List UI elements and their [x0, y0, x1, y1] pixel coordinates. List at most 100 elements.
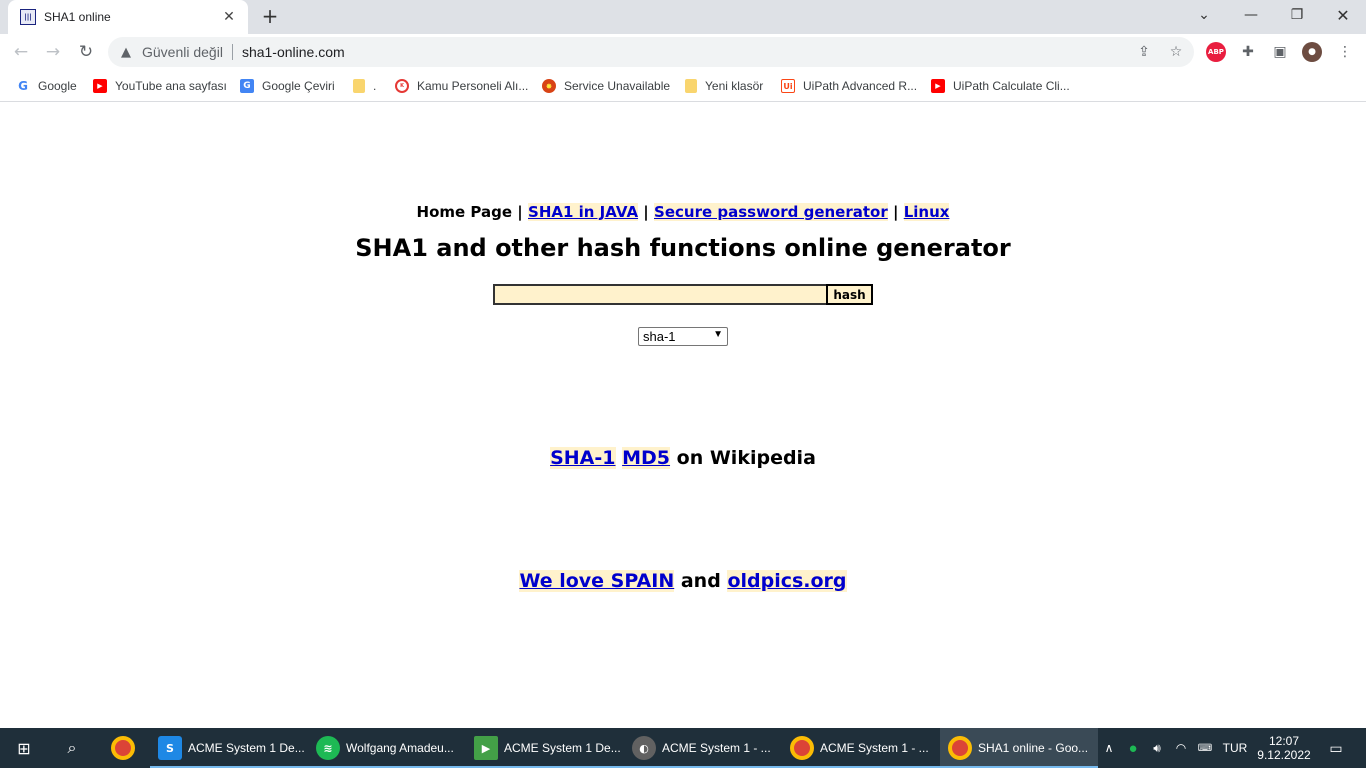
taskbar-app-label: ACME System 1 - ...: [662, 741, 771, 755]
youtube-icon: ▶: [93, 79, 107, 93]
new-tab-button[interactable]: +: [258, 5, 282, 29]
acme-icon: S: [158, 736, 182, 760]
taskbar-app-sha1-chrome[interactable]: SHA1 online - Goo...: [940, 728, 1098, 768]
tray-volume[interactable]: 🔊︎: [1146, 728, 1168, 768]
link-oldpics[interactable]: oldpics.org: [727, 570, 847, 592]
youtube-icon: ▶: [931, 79, 945, 93]
kpss-icon: K: [395, 79, 409, 93]
taskbar-app-label: ACME System 1 - ...: [820, 741, 929, 755]
profile-avatar[interactable]: ●: [1302, 42, 1322, 62]
folder-icon: [353, 79, 365, 93]
wiki-link-sha1[interactable]: SHA-1: [550, 447, 616, 469]
bookmark-uipath-calculate[interactable]: ▶ UiPath Calculate Cli...: [931, 76, 1070, 96]
bookmark-service-unavailable[interactable]: ✸ Service Unavailable: [542, 76, 670, 96]
extensions-puzzle-icon[interactable]: ✚: [1236, 40, 1260, 64]
address-bar[interactable]: ▲ Güvenli değil sha1-online.com: [108, 37, 1194, 67]
hash-button[interactable]: hash: [826, 284, 873, 305]
bookmark-folder-dot[interactable]: .: [353, 76, 376, 96]
bookmark-label: UiPath Advanced R...: [803, 79, 918, 93]
chevron-down-icon: ▼: [713, 329, 723, 340]
tab-sha1-online[interactable]: ||| SHA1 online ✕: [8, 0, 248, 34]
url-text[interactable]: sha1-online.com: [242, 44, 345, 60]
bookmark-label: Kamu Personeli Alı...: [417, 79, 529, 93]
tray-input-method[interactable]: ⌨: [1194, 728, 1216, 768]
bookmark-google[interactable]: G Google: [16, 76, 77, 96]
nav-separator: |: [892, 203, 899, 221]
side-panel-icon[interactable]: ▣: [1268, 40, 1292, 64]
site-favicon-icon: |||: [20, 9, 36, 25]
translate-icon: G: [240, 79, 254, 93]
bookmarks-bar: G Google ▶ YouTube ana sayfası G Google …: [0, 70, 1366, 102]
page-content: Home Page | SHA1 in JAVA | Secure passwo…: [0, 103, 1366, 728]
hash-input[interactable]: [493, 284, 827, 305]
back-button[interactable]: ←: [9, 40, 33, 64]
security-label[interactable]: Güvenli değil: [142, 44, 223, 60]
spotify-icon: ●: [1128, 739, 1138, 757]
link-we-love-spain[interactable]: We love SPAIN: [519, 570, 675, 592]
wiki-suffix: on Wikipedia: [676, 447, 816, 469]
language-label: TUR: [1222, 741, 1248, 755]
nav-link-linux[interactable]: Linux: [903, 203, 950, 221]
taskbar-app-acme-chrome[interactable]: ACME System 1 - ...: [782, 728, 940, 768]
speaker-icon: 🔊︎: [1153, 740, 1161, 755]
wikipedia-links: SHA-1 MD5 on Wikipedia: [0, 447, 1366, 469]
bookmark-google-translate[interactable]: G Google Çeviri: [240, 76, 335, 96]
tab-title: SHA1 online: [44, 10, 111, 24]
top-navigation: Home Page | SHA1 in JAVA | Secure passwo…: [0, 203, 1366, 221]
bookmark-yeni-klasor[interactable]: Yeni klasör: [685, 76, 763, 96]
menu-kebab-icon[interactable]: ⋮: [1333, 40, 1357, 64]
tray-clock[interactable]: 12:07 9.12.2022: [1254, 728, 1314, 768]
share-icon[interactable]: ⇪: [1132, 40, 1156, 64]
start-button[interactable]: ⊞: [0, 728, 48, 768]
bookmark-youtube[interactable]: ▶ YouTube ana sayfası: [93, 76, 227, 96]
taskbar-app-label: Wolfgang Amadeu...: [346, 741, 454, 755]
nav-link-sha1-java[interactable]: SHA1 in JAVA: [528, 203, 639, 221]
promo-and: and: [680, 570, 721, 592]
bookmark-star-icon[interactable]: ☆: [1164, 40, 1188, 64]
windows-logo-icon: ⊞: [17, 738, 31, 758]
reload-button[interactable]: ↻: [74, 40, 98, 64]
tray-network[interactable]: ◠: [1170, 728, 1192, 768]
wiki-link-md5[interactable]: MD5: [622, 447, 671, 469]
windows-taskbar: ⊞ ⌕ S ACME System 1 De... ≋ Wolfgang Ama…: [0, 728, 1366, 768]
algorithm-selected-value: sha-1: [643, 329, 676, 344]
bookmark-kamu-personeli[interactable]: K Kamu Personeli Alı...: [395, 76, 528, 96]
algorithm-select[interactable]: sha-1 ▼: [638, 327, 728, 346]
clock-time: 12:07: [1268, 734, 1300, 748]
bookmark-label: Service Unavailable: [564, 79, 671, 93]
bookmark-label: UiPath Calculate Cli...: [953, 79, 1070, 93]
taskbar-app-label: ACME System 1 De...: [504, 741, 621, 755]
play-icon: ▶: [474, 736, 498, 760]
search-icon: ⌕: [67, 738, 77, 757]
tray-language[interactable]: TUR: [1218, 728, 1252, 768]
taskbar-app-spotify[interactable]: ≋ Wolfgang Amadeu...: [308, 728, 466, 768]
folder-icon: [685, 79, 697, 93]
forward-button[interactable]: →: [41, 40, 65, 64]
notification-icon: ▭: [1329, 739, 1343, 756]
bookmark-label: Yeni klasör: [705, 79, 764, 93]
search-button[interactable]: ⌕: [48, 728, 96, 768]
google-icon: G: [18, 79, 28, 93]
bookmark-label: .: [373, 79, 377, 93]
adblock-plus-icon[interactable]: ABP: [1206, 42, 1226, 62]
tray-spotify[interactable]: ●: [1122, 728, 1144, 768]
notification-center-button[interactable]: ▭: [1318, 728, 1354, 768]
taskbar-app-acme-2[interactable]: ▶ ACME System 1 De...: [466, 728, 624, 768]
keyboard-icon: ⌨: [1197, 742, 1213, 754]
taskbar-chrome-pinned[interactable]: [100, 728, 146, 768]
warning-icon[interactable]: ▲: [118, 44, 134, 60]
nav-separator: |: [517, 203, 523, 221]
bookmark-uipath-advanced[interactable]: Ui UiPath Advanced R...: [781, 76, 917, 96]
taskbar-app-acme-1[interactable]: S ACME System 1 De...: [150, 728, 308, 768]
close-window-button[interactable]: ✕: [1320, 0, 1366, 30]
tab-search-icon[interactable]: ⌄: [1181, 0, 1227, 30]
spotify-icon: ≋: [316, 736, 340, 760]
restore-button[interactable]: ❐: [1274, 0, 1320, 30]
nav-link-password-generator[interactable]: Secure password generator: [654, 203, 888, 221]
show-hidden-icons-button[interactable]: ∧: [1098, 728, 1120, 768]
close-tab-icon[interactable]: ✕: [220, 9, 238, 25]
taskbar-app-label: ACME System 1 De...: [188, 741, 305, 755]
seal-icon: ✸: [542, 79, 556, 93]
minimize-button[interactable]: —: [1228, 0, 1274, 30]
taskbar-app-acme-3[interactable]: ◐ ACME System 1 - ...: [624, 728, 782, 768]
